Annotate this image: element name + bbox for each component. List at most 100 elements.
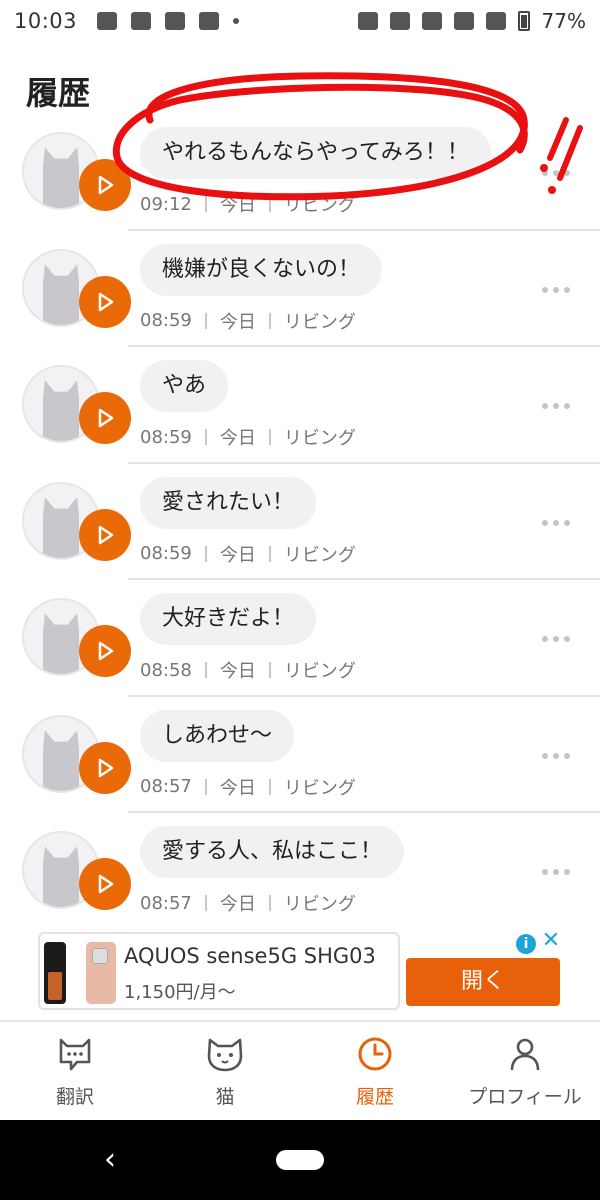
message-meta: 09:12 今日 リビング <box>140 191 356 217</box>
message-meta: 08:59 今日 リビング <box>140 308 356 334</box>
person-icon <box>510 1038 540 1071</box>
play-icon <box>98 874 114 894</box>
battery-percent: 77% <box>541 9 586 33</box>
message-room: リビング <box>283 894 356 915</box>
message-meta: 08:59 今日 リビング <box>140 541 356 567</box>
message-bubble: やあ <box>140 360 229 412</box>
history-item[interactable]: 機嫌が良くないの！ 08:59 今日 リビング <box>0 231 600 347</box>
meta-separator <box>204 196 207 212</box>
more-options-icon[interactable] <box>542 636 570 642</box>
battery-icon <box>517 11 530 31</box>
meta-separator <box>268 662 271 678</box>
ad-open-button[interactable]: 開く <box>406 958 560 1006</box>
message-day: 今日 <box>219 661 256 682</box>
more-options-icon[interactable] <box>542 403 570 409</box>
message-meta: 08:57 今日 リビング <box>140 774 356 800</box>
home-button[interactable] <box>276 1150 324 1170</box>
ad-card[interactable]: AQUOS sense5G SHG03 1,150円/月〜 <box>38 932 400 1010</box>
bottom-nav: 翻訳 猫 履歴 プロフィール <box>0 1020 600 1120</box>
message-bubble: 愛されたい！ <box>140 476 317 529</box>
message-meta: 08:59 今日 リビング <box>140 424 356 450</box>
message-room: リビング <box>283 428 356 449</box>
history-item[interactable]: 大好きだよ！ 08:58 今日 リビング <box>0 580 600 697</box>
meta-separator <box>268 778 271 795</box>
nav-label: 履歴 <box>355 1086 394 1108</box>
play-icon <box>98 292 114 311</box>
more-options-icon[interactable] <box>542 519 570 526</box>
message-bubble: 機嫌が良くないの！ <box>140 243 383 296</box>
ad-phone-image <box>86 942 116 1004</box>
wifi-icon <box>453 12 474 30</box>
nav-label: プロフィール <box>468 1086 582 1108</box>
message-time: 08:57 <box>140 892 192 914</box>
ad-price: 1,150円/月〜 <box>124 982 236 1003</box>
play-button[interactable] <box>79 625 131 677</box>
message-room: リビング <box>283 195 356 216</box>
app-notification-icon <box>165 12 186 30</box>
meta-separator <box>204 312 207 329</box>
meta-separator <box>268 545 271 562</box>
play-icon <box>98 525 114 544</box>
more-options-icon[interactable] <box>542 286 570 293</box>
message-time: 08:59 <box>140 426 192 448</box>
page-title: 履歴 <box>26 74 91 112</box>
message-day: 今日 <box>219 311 256 333</box>
more-options-icon[interactable] <box>542 869 570 875</box>
meta-separator <box>204 429 207 445</box>
play-icon <box>98 175 114 195</box>
vibrate-icon <box>389 12 410 30</box>
cat-face-icon <box>207 1038 243 1072</box>
message-day: 今日 <box>219 544 256 566</box>
history-item[interactable]: 愛されたい！ 08:59 今日 リビング <box>0 464 600 580</box>
info-icon[interactable]: i <box>516 934 536 954</box>
cat-notification-icon <box>199 12 220 30</box>
nav-item-translate[interactable]: 翻訳 <box>0 1022 150 1120</box>
history-item[interactable]: やあ 08:59 今日 リビング <box>0 347 600 464</box>
ad-banner[interactable]: AQUOS sense5G SHG03 1,150円/月〜 i ✕ 開く <box>38 930 562 1010</box>
alarm-icon <box>421 12 442 30</box>
message-meta: 08:58 今日 リビング <box>140 657 356 683</box>
message-day: 今日 <box>219 777 256 799</box>
history-item[interactable]: やれるもんならやってみろ！！ 09:12 今日 リビング <box>0 114 600 231</box>
message-time: 08:58 <box>140 659 192 681</box>
message-room: リビング <box>283 777 356 799</box>
meta-separator <box>268 196 271 212</box>
more-options-icon[interactable] <box>542 752 570 759</box>
nfc-icon <box>357 12 378 30</box>
meta-separator <box>268 895 271 911</box>
play-button[interactable] <box>79 858 131 910</box>
nav-item-profile[interactable]: プロフィール <box>450 1022 600 1120</box>
message-bubble: しあわせ〜 <box>140 709 295 762</box>
play-button[interactable] <box>79 392 131 444</box>
history-item[interactable]: しあわせ〜 08:57 今日 リビング <box>0 697 600 813</box>
message-room: リビング <box>283 544 356 566</box>
play-icon <box>98 758 114 777</box>
status-right: 77% <box>357 9 586 33</box>
history-list: やれるもんならやってみろ！！ 09:12 今日 リビング 機嫌が良くないの！ 0… <box>0 114 600 930</box>
play-button[interactable] <box>79 159 131 211</box>
nav-item-cat[interactable]: 猫 <box>150 1022 300 1120</box>
more-notifications-icon <box>233 18 240 24</box>
play-button[interactable] <box>79 275 131 328</box>
system-nav-bar: ‹ <box>0 1120 600 1200</box>
nav-item-history[interactable]: 履歴 <box>300 1022 450 1120</box>
play-button[interactable] <box>79 741 131 794</box>
nav-label: 猫 <box>215 1086 235 1108</box>
close-icon[interactable]: ✕ <box>540 930 562 952</box>
play-icon <box>98 408 114 428</box>
signal-icon <box>485 12 506 30</box>
message-meta: 08:57 今日 リビング <box>140 890 356 916</box>
history-item[interactable]: 愛する人、私はここ！ 08:57 今日 リビング <box>0 813 600 930</box>
message-bubble: やれるもんならやってみろ！！ <box>140 127 491 179</box>
image-icon <box>97 12 118 30</box>
message-room: リビング <box>283 311 356 333</box>
message-time: 09:12 <box>140 193 192 215</box>
slack-icon <box>131 12 152 30</box>
play-icon <box>98 641 114 661</box>
back-icon[interactable]: ‹ <box>104 1142 116 1178</box>
message-day: 今日 <box>219 894 256 915</box>
meta-separator <box>204 662 207 678</box>
more-options-icon[interactable] <box>542 170 570 176</box>
message-time: 08:57 <box>140 776 192 797</box>
play-button[interactable] <box>79 508 131 561</box>
